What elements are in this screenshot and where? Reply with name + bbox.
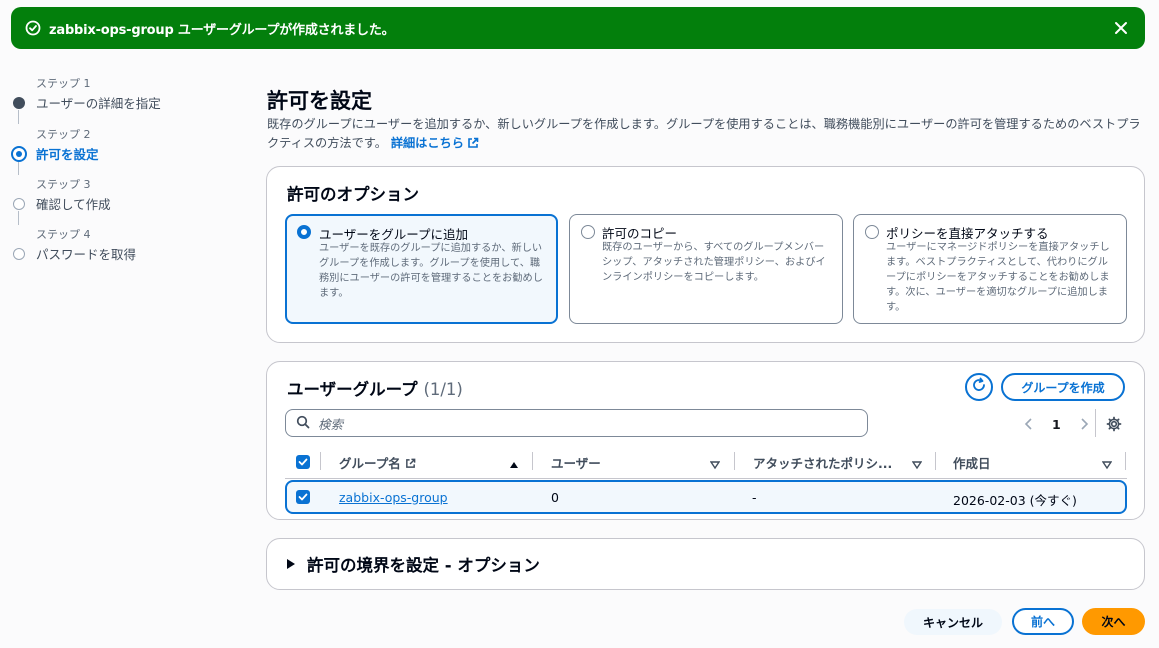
step-label: 確認して作成: [36, 197, 111, 212]
column-header-created[interactable]: 作成日: [953, 453, 991, 472]
table-row[interactable]: zabbix-ops-group 0 - 2026-02-03 (今すぐ): [285, 480, 1127, 514]
step-status-icon: [13, 198, 25, 210]
create-group-button[interactable]: グループを作成: [1001, 373, 1125, 401]
page-description: 既存のグループにユーザーを追加するか、新しいグループを作成します。グループを使用…: [267, 115, 1152, 155]
permission-options-panel: 許可のオプション ユーザーをグループに追加 ユーザーを既存のグループに追加するか…: [266, 166, 1145, 343]
external-link-icon: [406, 458, 416, 468]
boundary-title: 許可の境界を設定 - オプション: [307, 556, 540, 575]
option-copy-permissions[interactable]: 許可のコピー 既存のユーザーから、すべてのグループメンバーシップ、アタッチされた…: [569, 214, 843, 324]
column-header-attached-policies[interactable]: アタッチされたポリシ...: [753, 453, 892, 472]
step-1[interactable]: ステップ 1 ユーザーの詳細を指定: [0, 70, 240, 111]
panel-title: 許可のオプション: [287, 185, 419, 204]
radio-button[interactable]: [865, 225, 879, 239]
search-placeholder: 検索: [318, 416, 344, 432]
step-label: パスワードを取得: [36, 247, 137, 262]
close-icon[interactable]: [1111, 18, 1131, 38]
users-cell: 0: [551, 490, 559, 505]
learn-more-label: 詳細はこちら: [390, 136, 464, 150]
option-description: ユーザーを既存のグループに追加するか、新しいグループを作成します。グループを使用…: [319, 243, 543, 299]
search-icon: [296, 414, 310, 433]
column-divider: [734, 452, 735, 470]
learn-more-link[interactable]: 詳細はこちら: [391, 136, 479, 150]
column-divider: [320, 452, 321, 470]
step-number: ステップ 1: [36, 77, 91, 90]
external-link-icon: [467, 136, 479, 155]
option-add-to-group[interactable]: ユーザーをグループに追加 ユーザーを既存のグループに追加するか、新しいグループを…: [285, 214, 558, 324]
step-number: ステップ 3: [36, 178, 91, 191]
select-all-checkbox[interactable]: [296, 455, 310, 469]
option-description: 既存のユーザーから、すべてのグループメンバーシップ、アタッチされた管理ポリシー、…: [602, 242, 826, 283]
column-header-users[interactable]: ユーザー: [551, 453, 601, 472]
flash-message: zabbix-ops-group ユーザーグループが作成されました。: [49, 22, 395, 38]
page-number[interactable]: 1: [1052, 417, 1061, 432]
user-groups-panel: ユーザーグループ (1/1) グループを作成 検索 1 グループ名 ユーザー ア…: [266, 361, 1145, 520]
step-3: ステップ 3 確認して作成: [0, 171, 240, 212]
step-2: ステップ 2 許可を設定: [0, 121, 240, 162]
step-number: ステップ 4: [36, 228, 91, 241]
sort-icon[interactable]: [1101, 455, 1113, 474]
refresh-icon: [971, 377, 987, 397]
page-title: 許可を設定: [267, 89, 372, 113]
column-divider: [1125, 452, 1126, 470]
step-label: 許可を設定: [36, 147, 99, 162]
pagination: 1: [1019, 409, 1096, 437]
boundary-expander[interactable]: 許可の境界を設定 - オプション: [287, 552, 540, 576]
column-label: グループ名: [339, 456, 401, 471]
step-number: ステップ 2: [36, 128, 91, 141]
radio-button[interactable]: [297, 225, 311, 239]
refresh-button[interactable]: [965, 373, 993, 401]
success-flash-banner: zabbix-ops-group ユーザーグループが作成されました。: [11, 7, 1145, 49]
column-divider: [532, 452, 533, 470]
chevron-right-icon[interactable]: [1074, 414, 1094, 434]
group-name-link[interactable]: zabbix-ops-group: [339, 490, 448, 505]
step-status-icon: [11, 146, 27, 162]
permissions-boundary-panel: 許可の境界を設定 - オプション: [266, 538, 1145, 590]
radio-button[interactable]: [581, 225, 595, 239]
search-input[interactable]: 検索: [285, 409, 868, 437]
step-4: ステップ 4 パスワードを取得: [0, 221, 240, 262]
option-attach-policies[interactable]: ポリシーを直接アタッチする ユーザーにマネージドポリシーを直接アタッチします。ベ…: [853, 214, 1127, 324]
panel-title: ユーザーグループ (1/1): [287, 376, 463, 400]
sort-icon[interactable]: [911, 455, 923, 474]
previous-button[interactable]: 前へ: [1012, 608, 1074, 635]
next-button[interactable]: 次へ: [1082, 608, 1145, 635]
policies-cell: -: [752, 490, 757, 505]
column-divider: [935, 452, 936, 470]
option-description: ユーザーにマネージドポリシーを直接アタッチします。ベストプラクティスとして、代わ…: [886, 242, 1110, 313]
step-label: ユーザーの詳細を指定: [36, 96, 161, 111]
pager-divider: [1095, 409, 1096, 437]
step-status-icon: [13, 248, 25, 260]
sort-icon[interactable]: [709, 455, 721, 474]
step-status-icon: [13, 97, 25, 109]
cancel-button[interactable]: キャンセル: [904, 609, 1002, 635]
gear-icon[interactable]: [1103, 413, 1125, 435]
chevron-left-icon[interactable]: [1019, 414, 1039, 434]
groups-title: ユーザーグループ: [287, 380, 418, 399]
groups-count: (1/1): [423, 380, 463, 399]
column-header-group-name[interactable]: グループ名: [339, 453, 416, 472]
check-circle-icon: [25, 20, 41, 36]
caret-right-icon: [287, 559, 295, 569]
created-cell: 2026-02-03 (今すぐ): [953, 493, 1077, 508]
table-header: グループ名 ユーザー アタッチされたポリシ... 作成日: [285, 445, 1127, 479]
sort-ascending-icon[interactable]: [509, 455, 519, 474]
row-checkbox[interactable]: [296, 490, 310, 504]
